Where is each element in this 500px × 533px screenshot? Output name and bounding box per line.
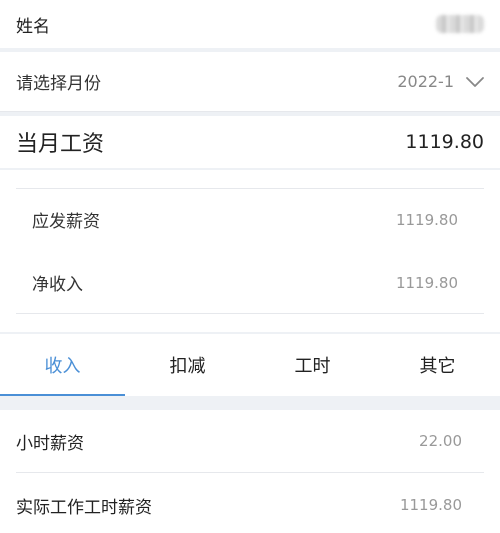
actual-hours-pay-label: 实际工作工时薪资 — [16, 497, 152, 518]
list-item: 实际工作工时薪资 1119.80 — [0, 474, 500, 533]
monthly-salary-label: 当月工资 — [16, 132, 105, 157]
month-select-row[interactable]: 请选择月份 2022-1 — [0, 52, 500, 112]
net-income-row: 净收入 1119.80 — [16, 252, 484, 314]
month-select-label: 请选择月份 — [16, 74, 101, 94]
month-value[interactable]: 2022-1 — [397, 72, 454, 91]
category-tabs: 收入 扣减 工时 其它 — [0, 334, 500, 396]
hourly-wage-label: 小时薪资 — [16, 433, 84, 454]
tab-work-hours[interactable]: 工时 — [250, 334, 375, 396]
monthly-salary-value: 1119.80 — [405, 131, 484, 153]
chevron-down-icon[interactable] — [464, 71, 486, 93]
hourly-wage-value: 22.00 — [419, 432, 462, 450]
month-picker[interactable]: 2022-1 — [397, 71, 486, 93]
net-income-label: 净收入 — [32, 275, 83, 295]
list-item: 小时薪资 22.00 — [0, 410, 500, 472]
income-list: 小时薪资 22.00 实际工作工时薪资 1119.80 — [0, 410, 500, 533]
employee-name-row: 姓名 — [0, 0, 500, 48]
net-income-value: 1119.80 — [395, 273, 458, 292]
tab-other[interactable]: 其它 — [375, 334, 500, 396]
monthly-salary-row: 当月工资 1119.80 — [0, 116, 500, 168]
employee-name-redacted — [436, 15, 484, 33]
actual-hours-pay-value: 1119.80 — [399, 496, 462, 514]
gross-pay-row: 应发薪资 1119.80 — [16, 188, 484, 250]
salary-detail-panel: 应发薪资 1119.80 净收入 1119.80 — [0, 170, 500, 332]
gross-pay-label: 应发薪资 — [32, 212, 100, 232]
gross-pay-value: 1119.80 — [395, 210, 458, 229]
tab-income[interactable]: 收入 — [0, 334, 125, 396]
tab-deductions[interactable]: 扣减 — [125, 334, 250, 396]
list-divider — [16, 472, 484, 473]
employee-name-label: 姓名 — [16, 16, 50, 37]
